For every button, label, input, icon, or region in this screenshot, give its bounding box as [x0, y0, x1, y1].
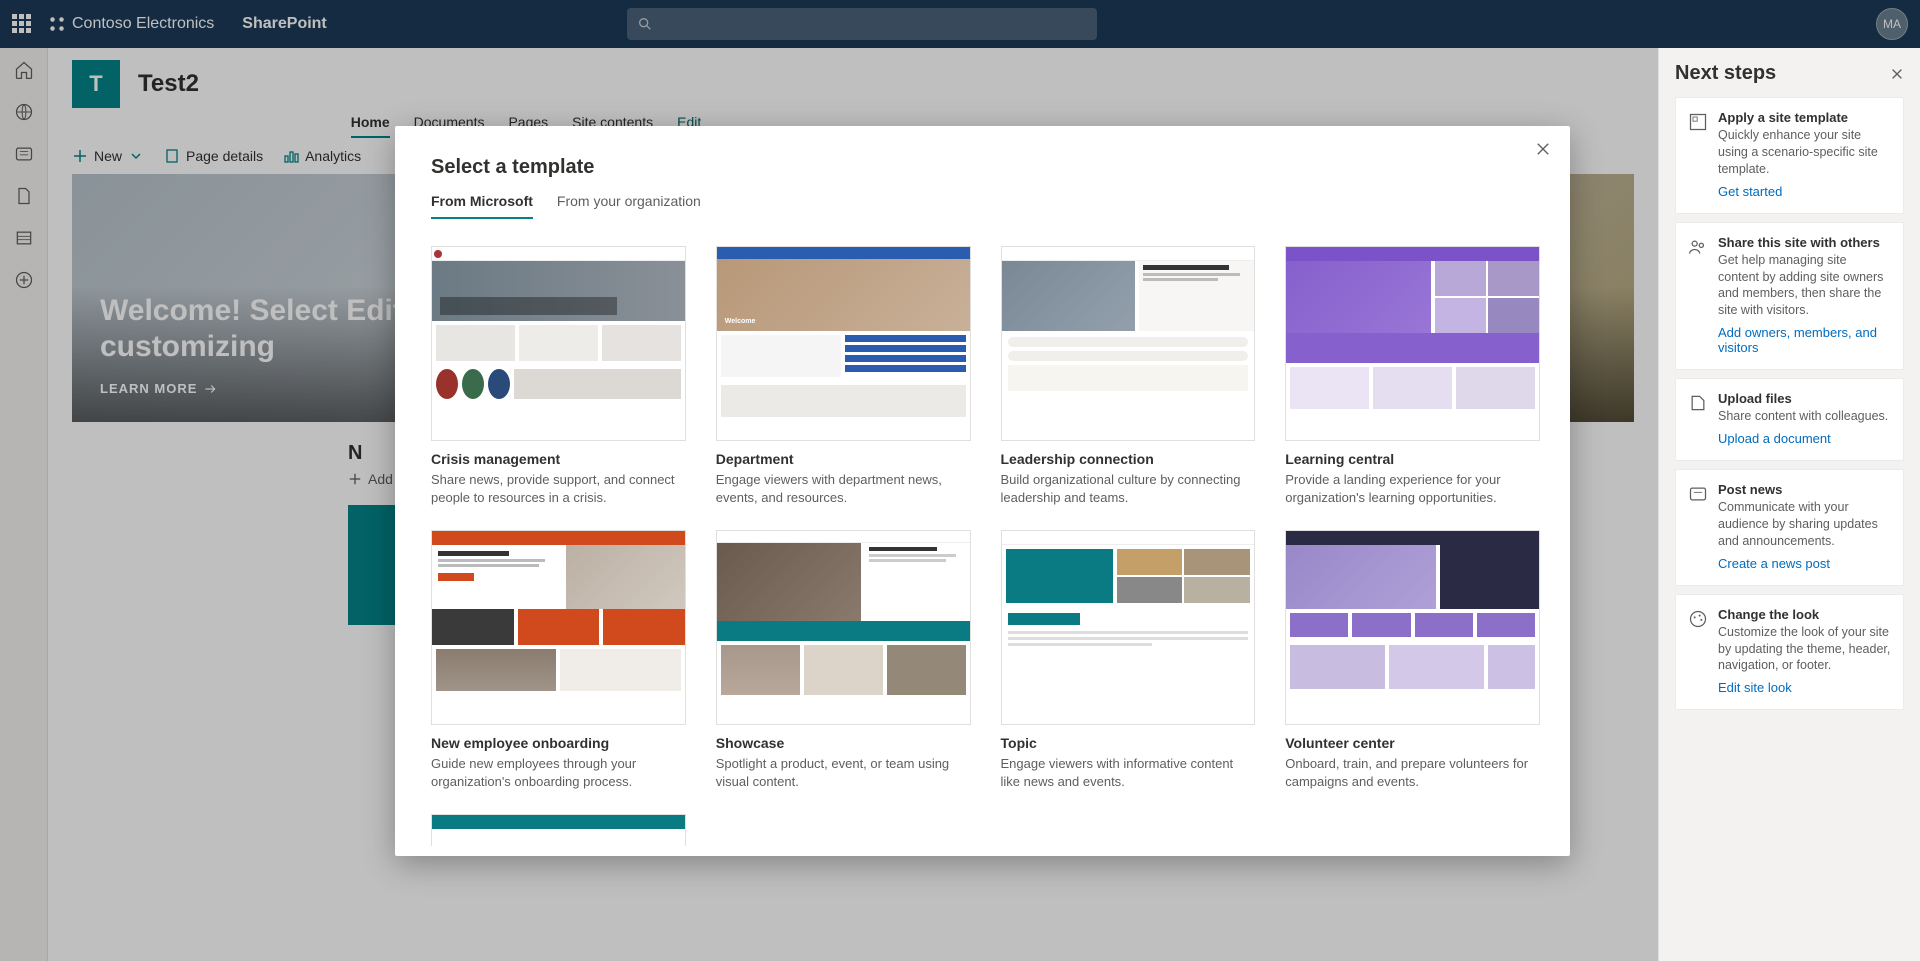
template-desc: Engage viewers with informative content …: [1001, 755, 1256, 790]
ns-link[interactable]: Edit site look: [1718, 680, 1792, 695]
template-department[interactable]: Welcome Department Engage viewers with d…: [716, 246, 971, 506]
ns-desc: Quickly enhance your site using a scenar…: [1718, 127, 1891, 178]
close-icon[interactable]: [1890, 67, 1904, 81]
template-title: New employee onboarding: [431, 735, 686, 751]
ns-desc: Customize the look of your site by updat…: [1718, 624, 1891, 675]
template-title: Leadership connection: [1001, 451, 1256, 467]
ns-desc: Get help managing site content by adding…: [1718, 252, 1891, 320]
ns-link[interactable]: Add owners, members, and visitors: [1718, 325, 1891, 355]
ns-title: Share this site with others: [1718, 235, 1891, 250]
template-crisis-management[interactable]: Crisis management Share news, provide su…: [431, 246, 686, 506]
ns-link[interactable]: Get started: [1718, 184, 1782, 199]
template-leadership-connection[interactable]: Leadership connection Build organization…: [1001, 246, 1256, 506]
template-desc: Spotlight a product, event, or team usin…: [716, 755, 971, 790]
template-desc: Share news, provide support, and connect…: [431, 471, 686, 506]
template-showcase[interactable]: Showcase Spotlight a product, event, or …: [716, 530, 971, 790]
template-thumbnail: [431, 246, 686, 441]
ns-desc: Share content with colleagues.: [1718, 408, 1888, 425]
upload-icon: [1688, 393, 1708, 413]
template-title: Department: [716, 451, 971, 467]
template-picker-modal: Select a template From Microsoft From yo…: [395, 126, 1570, 856]
template-thumbnail: Welcome: [716, 246, 971, 441]
ns-title: Change the look: [1718, 607, 1891, 622]
close-icon: [1536, 142, 1550, 156]
next-step-apply-template: Apply a site template Quickly enhance you…: [1675, 97, 1904, 214]
tab-from-microsoft[interactable]: From Microsoft: [431, 193, 533, 219]
template-grid: Crisis management Share news, provide su…: [431, 246, 1540, 846]
next-steps-panel: Next steps Apply a site template Quickly …: [1658, 48, 1920, 961]
template-thumbnail: [1001, 246, 1256, 441]
template-title: Topic: [1001, 735, 1256, 751]
next-steps-title: Next steps: [1675, 62, 1776, 85]
template-volunteer-center[interactable]: Volunteer center Onboard, train, and pre…: [1285, 530, 1540, 790]
template-desc: Provide a landing experience for your or…: [1285, 471, 1540, 506]
template-desc: Build organizational culture by connecti…: [1001, 471, 1256, 506]
modal-title: Select a template: [431, 156, 1534, 179]
next-step-upload: Upload files Share content with colleague…: [1675, 378, 1904, 461]
next-step-share: Share this site with others Get help mana…: [1675, 222, 1904, 371]
template-learning-central[interactable]: Learning central Provide a landing exper…: [1285, 246, 1540, 506]
ns-link[interactable]: Create a news post: [1718, 556, 1830, 571]
next-step-news: Post news Communicate with your audience …: [1675, 469, 1904, 586]
people-icon: [1688, 237, 1708, 257]
template-thumbnail: [716, 530, 971, 725]
template-title: Crisis management: [431, 451, 686, 467]
template-desc: Guide new employees through your organiz…: [431, 755, 686, 790]
ns-desc: Communicate with your audience by sharin…: [1718, 499, 1891, 550]
close-button[interactable]: [1536, 142, 1550, 161]
ns-title: Post news: [1718, 482, 1891, 497]
ns-title: Apply a site template: [1718, 110, 1891, 125]
template-title: Showcase: [716, 735, 971, 751]
modal-tabs: From Microsoft From your organization: [431, 193, 1534, 220]
paint-icon: [1688, 609, 1708, 629]
template-thumbnail: [431, 530, 686, 725]
next-step-look: Change the look Customize the look of you…: [1675, 594, 1904, 711]
ns-title: Upload files: [1718, 391, 1888, 406]
template-grid-scroll[interactable]: Crisis management Share news, provide su…: [431, 246, 1548, 846]
template-topic[interactable]: Topic Engage viewers with informative co…: [1001, 530, 1256, 790]
template-thumbnail: [1285, 246, 1540, 441]
template-thumbnail: [1285, 530, 1540, 725]
template-thumbnail: [431, 814, 686, 846]
template-title: Learning central: [1285, 451, 1540, 467]
template-title: Volunteer center: [1285, 735, 1540, 751]
template-more[interactable]: [431, 814, 686, 846]
template-thumbnail: [1001, 530, 1256, 725]
ns-link[interactable]: Upload a document: [1718, 431, 1831, 446]
template-new-employee-onboarding[interactable]: New employee onboarding Guide new employ…: [431, 530, 686, 790]
template-desc: Engage viewers with department news, eve…: [716, 471, 971, 506]
tab-from-organization[interactable]: From your organization: [557, 193, 701, 219]
template-icon: [1688, 112, 1708, 132]
news-icon: [1688, 484, 1708, 504]
template-desc: Onboard, train, and prepare volunteers f…: [1285, 755, 1540, 790]
